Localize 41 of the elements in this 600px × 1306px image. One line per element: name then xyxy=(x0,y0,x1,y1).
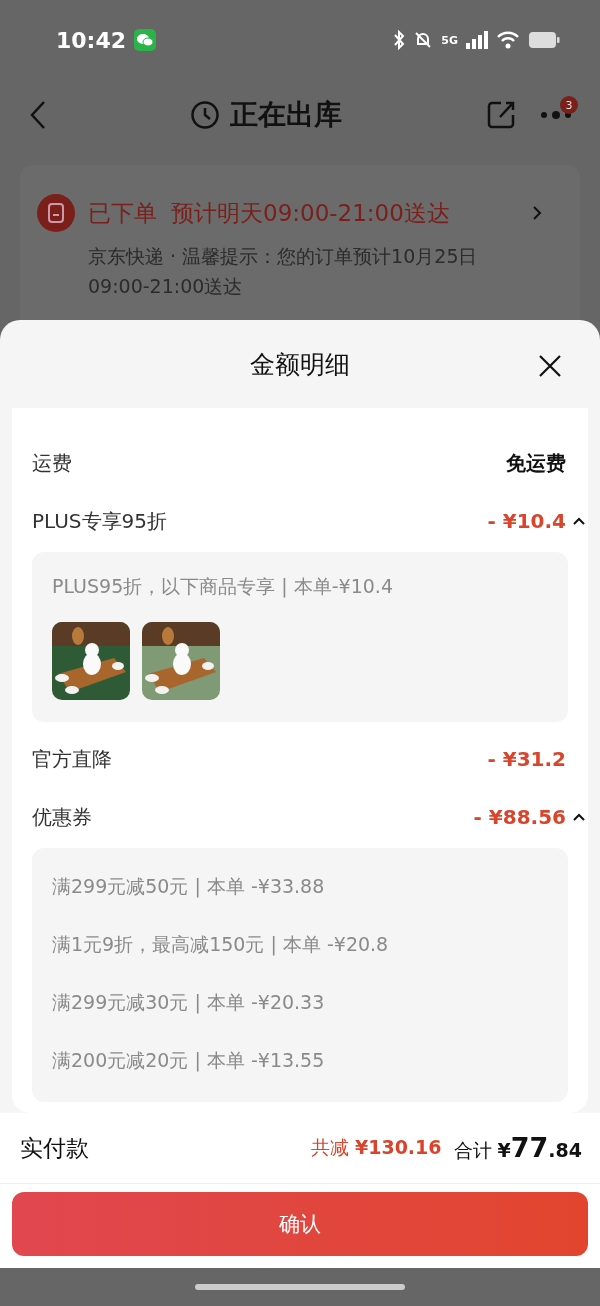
confirm-button[interactable]: 确认 xyxy=(12,1192,588,1256)
row-label: 优惠券 xyxy=(32,803,92,831)
notification-badge: 3 xyxy=(560,96,578,114)
close-icon[interactable] xyxy=(538,354,562,378)
sheet-title: 金额明细 xyxy=(250,348,350,381)
row-value: 免运费 xyxy=(506,449,566,477)
wifi-icon xyxy=(496,31,520,49)
chat-app-icon xyxy=(134,29,157,51)
order-icon xyxy=(36,193,76,233)
row-label: 官方直降 xyxy=(32,745,112,773)
battery-icon xyxy=(528,31,560,49)
caret-icon[interactable] xyxy=(572,812,586,822)
coupon-line: 满299元减30元 | 本单 -¥20.33 xyxy=(52,990,326,1016)
back-icon[interactable] xyxy=(30,100,46,130)
saved-label: 共减 xyxy=(310,1135,349,1160)
row-label: PLUS专享95折 xyxy=(32,507,167,535)
discount-detail: PLUS95折，以下商品专享 | 本单-¥10.4 xyxy=(52,574,394,600)
coupon-line: 满200元减20元 | 本单 -¥13.55 xyxy=(52,1048,326,1074)
status-time: 10:42 xyxy=(56,27,127,53)
coupon-line: 满299元减50元 | 本单 -¥33.88 xyxy=(52,874,326,900)
row-value: - ¥10.4 xyxy=(487,509,566,533)
caret-icon[interactable] xyxy=(572,516,586,526)
total-label: 合计 xyxy=(453,1138,492,1163)
network-label: 5G xyxy=(441,33,458,47)
coupon-line: 满1元9折，最高减150元 | 本单 -¥20.8 xyxy=(52,932,390,958)
total-amount: ¥77.84 xyxy=(497,1132,582,1163)
delivery-estimate: 预计明天09:00-21:00送达 xyxy=(171,198,450,228)
row-label: 运费 xyxy=(32,449,72,477)
saved-amount: ¥130.16 xyxy=(354,1136,442,1158)
row-value: - ¥88.56 xyxy=(473,805,566,829)
paid-label: 实付款 xyxy=(20,1133,89,1163)
chevron-right-icon[interactable] xyxy=(532,205,542,221)
signal-icon xyxy=(466,31,488,49)
clock-icon xyxy=(190,100,220,130)
more-icon[interactable] xyxy=(540,110,572,120)
row-value: - ¥31.2 xyxy=(487,747,566,771)
order-status: 已下单 xyxy=(88,198,157,228)
delivery-note: 京东快递 · 温馨提示：您的订单预计10月25日09:00-21:00送达 xyxy=(88,244,479,300)
bluetooth-icon xyxy=(393,30,406,50)
page-title: 正在出库 xyxy=(230,97,342,133)
share-icon[interactable] xyxy=(486,100,516,130)
